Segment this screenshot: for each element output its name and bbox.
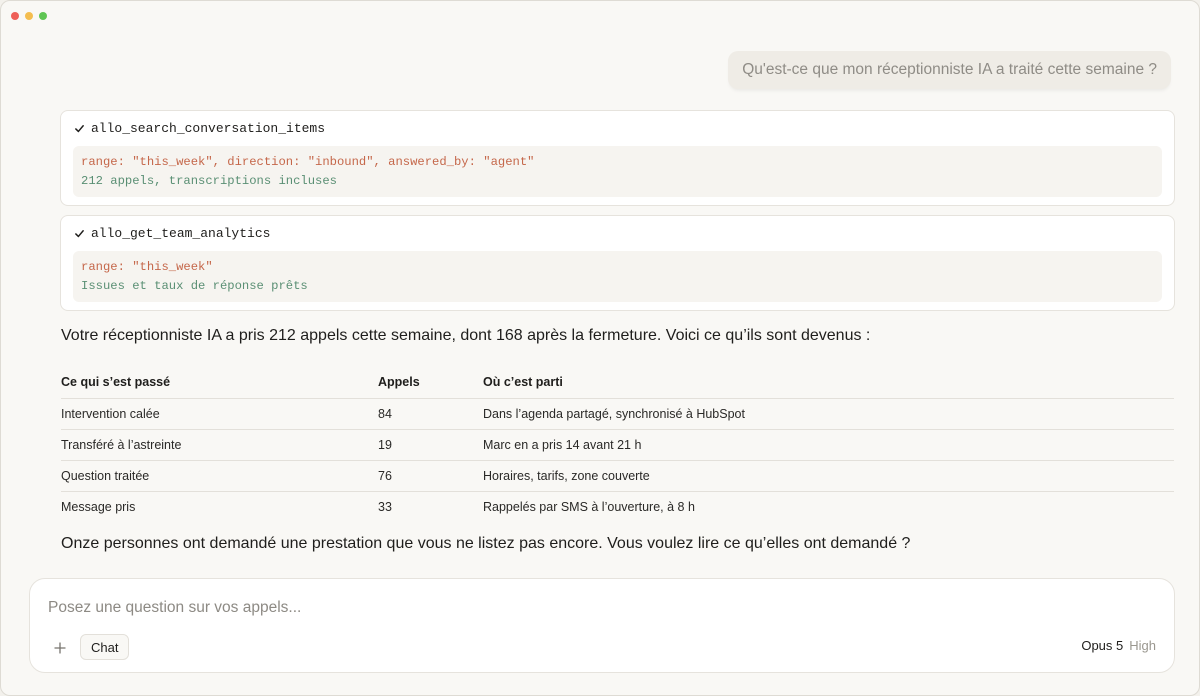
table-cell: Transféré à l’astreinte: [61, 429, 378, 461]
tool-call-card[interactable]: allo_search_conversation_items range: "t…: [60, 110, 1175, 206]
checkmark-icon: [75, 230, 84, 238]
table-cell: Intervention calée: [61, 398, 378, 430]
tool-call-header[interactable]: allo_get_team_analytics: [74, 226, 270, 241]
add-attachment-button[interactable]: [50, 638, 70, 658]
assistant-answer-outro: Onze personnes ont demandé une prestatio…: [61, 535, 911, 552]
tool-call-args: range: "this_week": [81, 260, 213, 274]
user-message: Qu'est-ce que mon réceptionniste IA a tr…: [728, 51, 1171, 89]
message-composer: Chat Opus 5 High: [29, 578, 1175, 673]
close-window-button[interactable]: [11, 12, 19, 20]
maximize-window-button[interactable]: [39, 12, 47, 20]
table-cell: Horaires, tarifs, zone couverte: [483, 460, 1174, 492]
tool-call-body: range: "this_week" Issues et taux de rép…: [73, 251, 1162, 302]
tool-call-body: range: "this_week", direction: "inbound"…: [73, 146, 1162, 197]
assistant-answer-intro: Votre réceptionniste IA a pris 212 appel…: [61, 327, 871, 344]
tool-call-card[interactable]: allo_get_team_analytics range: "this_wee…: [60, 215, 1175, 311]
table-cell: 19: [378, 429, 483, 461]
table-row: Intervention calée 84 Dans l’agenda part…: [61, 398, 1174, 430]
tool-call-name: allo_get_team_analytics: [91, 226, 271, 241]
table-cell: Question traitée: [61, 460, 378, 492]
tool-call-result: Issues et taux de réponse prêts: [81, 279, 308, 293]
column-header: Ce qui s’est passé: [61, 367, 378, 399]
table-cell: 76: [378, 460, 483, 492]
mode-chat-button[interactable]: Chat: [80, 634, 130, 660]
model-name: Opus 5: [1081, 638, 1124, 653]
column-header: Où c’est parti: [483, 367, 1174, 399]
table-cell: Rappelés par SMS à l’ouverture, à 8 h: [483, 499, 695, 514]
tool-call-name: allo_search_conversation_items: [91, 121, 326, 136]
tool-call-header[interactable]: allo_search_conversation_items: [74, 121, 325, 136]
table-cell: 33: [378, 499, 392, 514]
table-cell: Marc en a pris 14 avant 21 h: [483, 429, 1174, 461]
minimize-window-button[interactable]: [25, 12, 33, 20]
table-cell: Message pris: [61, 499, 136, 514]
checkmark-icon: [75, 125, 84, 133]
table-cell: Dans l’agenda partagé, synchronisé à Hub…: [483, 398, 1174, 430]
message-input[interactable]: [48, 596, 948, 620]
table-row: Transféré à l’astreinte 19 Marc en a pri…: [61, 429, 1174, 461]
table-row: Question traitée 76 Horaires, tarifs, zo…: [61, 460, 1174, 492]
column-header: Appels: [378, 367, 483, 399]
tool-call-result: 212 appels, transcriptions incluses: [81, 174, 337, 188]
plus-icon: [54, 642, 66, 654]
model-selector[interactable]: Opus 5 High: [1081, 638, 1156, 653]
window-controls: [11, 12, 47, 20]
model-effort: High: [1129, 638, 1156, 653]
table-cell-highlight: 84: [378, 398, 483, 430]
table-header-row: Ce qui s’est passé Appels Où c’est parti: [61, 367, 1174, 399]
table-row: Message pris 33 Rappelés par SMS à l’ouv…: [61, 491, 1174, 522]
tool-call-args: range: "this_week", direction: "inbound"…: [81, 155, 535, 169]
results-table: Ce qui s’est passé Appels Où c’est parti…: [61, 367, 1174, 522]
app-window: Qu'est-ce que mon réceptionniste IA a tr…: [0, 0, 1200, 696]
